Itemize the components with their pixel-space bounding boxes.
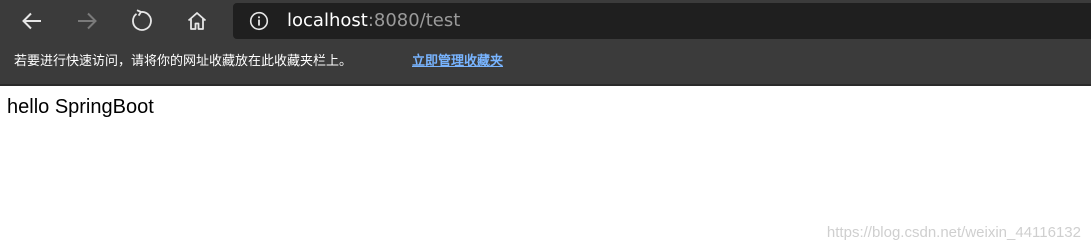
url-port-path: :8080/test	[367, 10, 461, 31]
browser-toolbar: localhost:8080/test	[0, 0, 1091, 42]
arrow-right-icon	[76, 10, 98, 32]
page-content: hello SpringBoot https://blog.csdn.net/w…	[0, 86, 1091, 249]
refresh-icon	[129, 9, 153, 33]
info-icon[interactable]	[249, 11, 269, 31]
favorites-hint: 若要进行快速访问，请将你的网址收藏放在此收藏夹栏上。	[14, 54, 353, 69]
watermark: https://blog.csdn.net/weixin_44116132	[826, 224, 1081, 241]
forward-button[interactable]	[70, 4, 104, 38]
arrow-left-icon	[21, 10, 43, 32]
url-host: localhost	[287, 10, 368, 31]
address-bar[interactable]: localhost:8080/test	[233, 3, 1091, 39]
favorites-bar: 若要进行快速访问，请将你的网址收藏放在此收藏夹栏上。 立即管理收藏夹	[0, 42, 1091, 86]
home-button[interactable]	[180, 4, 214, 38]
back-button[interactable]	[15, 4, 49, 38]
manage-favorites-link[interactable]: 立即管理收藏夹	[412, 42, 503, 82]
page-body-text: hello SpringBoot	[7, 96, 154, 118]
home-icon	[186, 10, 208, 32]
refresh-button[interactable]	[124, 4, 158, 38]
url-text[interactable]: localhost:8080/test	[287, 3, 460, 39]
